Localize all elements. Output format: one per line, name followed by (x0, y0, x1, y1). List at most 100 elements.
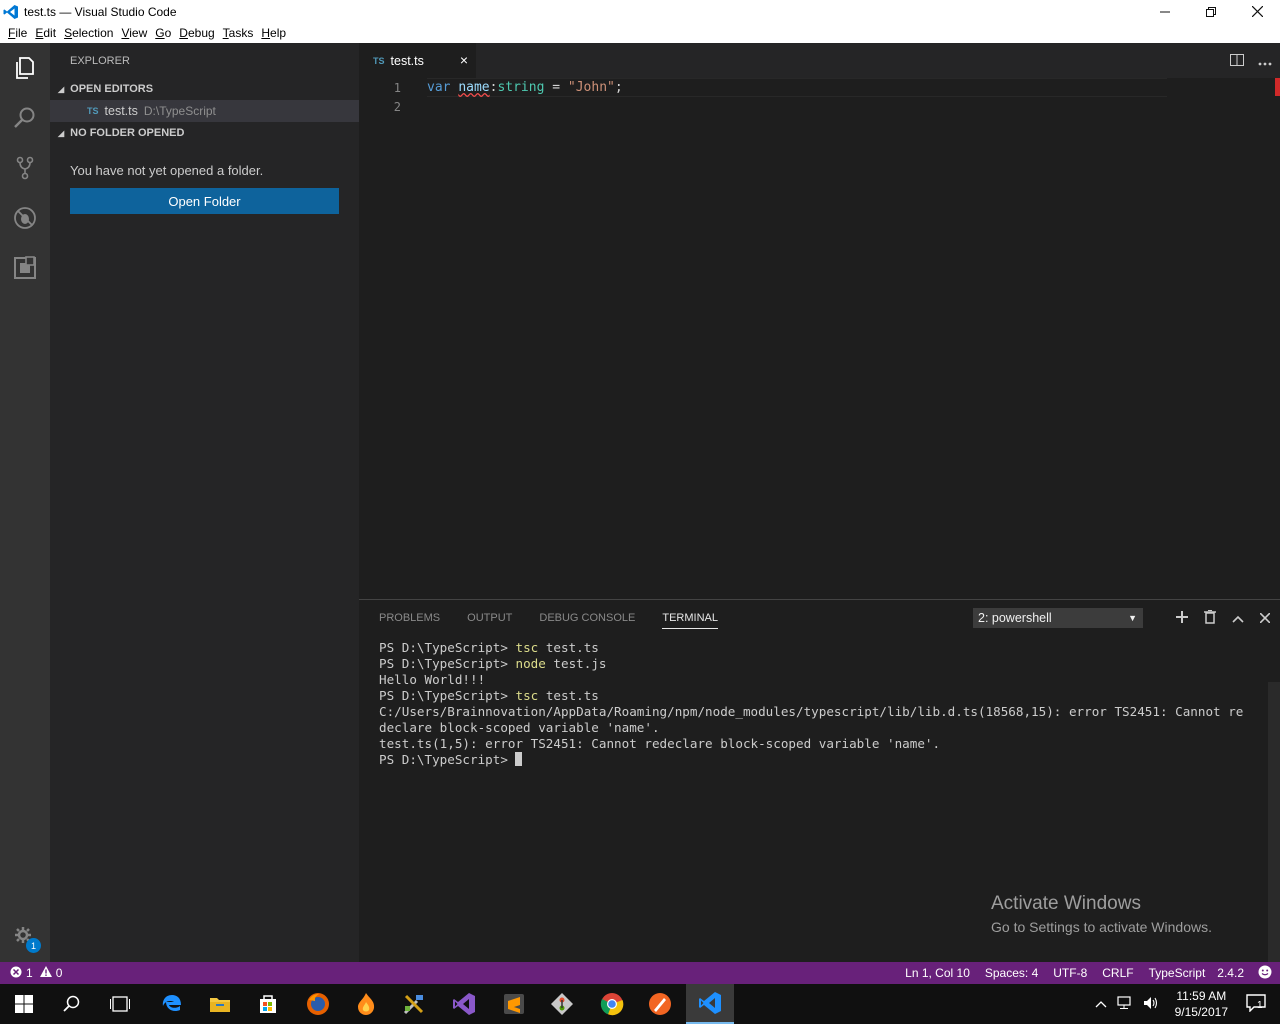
problems-status[interactable]: 1 0 (0, 966, 62, 981)
tab-label: test.ts (390, 53, 424, 68)
edge-browser-icon[interactable] (148, 984, 196, 1024)
tab-debug-console[interactable]: DEBUG CONSOLE (539, 612, 635, 629)
no-folder-section-header[interactable]: ◢ NO FOLDER OPENED (50, 122, 359, 144)
watermark-subtitle: Go to Settings to activate Windows. (991, 919, 1212, 935)
terminal-line: test.ts(1,5): error TS2451: Cannot redec… (379, 736, 941, 751)
restore-button[interactable] (1188, 0, 1234, 23)
menu-bar: File Edit Selection View Go Debug Tasks Help (0, 23, 1280, 43)
equals-token: = (544, 80, 568, 95)
open-editors-section-header[interactable]: ◢ OPEN EDITORS (50, 78, 359, 100)
explorer-icon[interactable] (0, 43, 50, 93)
chrome-icon[interactable] (588, 984, 636, 1024)
code-editor[interactable]: 1 var name:string = "John"; 2 (359, 78, 1280, 599)
terminal-line: C:/Users/Brainnovation/AppData/Roaming/n… (379, 704, 1244, 719)
drawing-app-icon[interactable] (636, 984, 684, 1024)
tab-output[interactable]: OUTPUT (467, 612, 512, 629)
title-bar: test.ts — Visual Studio Code (0, 0, 1280, 23)
open-folder-button[interactable]: Open Folder (70, 188, 339, 214)
close-window-button[interactable] (1234, 0, 1280, 23)
debug-icon[interactable] (0, 193, 50, 243)
terminal-line: Hello World!!! (379, 672, 486, 687)
sublime-text-icon[interactable] (490, 984, 538, 1024)
menu-selection[interactable]: Selection (60, 26, 117, 40)
menu-tasks[interactable]: Tasks (219, 26, 258, 40)
store-icon[interactable] (244, 984, 292, 1024)
language-mode[interactable]: TypeScript (1149, 966, 1206, 980)
search-icon[interactable] (0, 93, 50, 143)
explorer-title: EXPLORER (70, 54, 130, 67)
git-app-icon[interactable] (538, 984, 586, 1024)
menu-go[interactable]: Go (151, 26, 175, 40)
semicolon-token: ; (614, 80, 623, 95)
warning-count: 0 (55, 966, 63, 980)
show-hidden-icons-chevron-icon[interactable] (1095, 997, 1107, 1011)
type-token: string (497, 80, 545, 95)
close-tab-icon[interactable]: × (460, 52, 468, 68)
terminal-scrollbar[interactable] (1268, 682, 1280, 963)
keyword-token: var (427, 80, 451, 95)
terminal-output[interactable]: PS D:\TypeScript> tsc test.ts PS D:\TypeS… (379, 640, 1269, 768)
terminal-dropdown[interactable]: 2: powershell ▼ (973, 608, 1143, 628)
eol-status[interactable]: CRLF (1102, 966, 1133, 980)
tab-terminal[interactable]: TERMINAL (662, 612, 718, 629)
activity-bar: 1 (0, 43, 50, 962)
visual-studio-icon[interactable] (440, 984, 488, 1024)
network-icon[interactable] (1117, 995, 1135, 1013)
split-editor-icon[interactable] (1230, 53, 1244, 69)
line-number: 2 (393, 99, 401, 114)
status-bar: 1 0 Ln 1, Col 10 Spaces: 4 UTF-8 CRLF Ty… (0, 962, 1280, 984)
system-clock[interactable]: 11:59 AM 9/15/2017 (1175, 988, 1228, 1020)
open-editor-item[interactable]: TS test.ts D:\TypeScript (50, 100, 359, 122)
close-panel-icon[interactable] (1259, 610, 1271, 626)
open-editor-path: D:\TypeScript (143, 104, 216, 118)
error-scroll-marker (1275, 78, 1280, 96)
dropdown-arrow-icon: ▼ (1128, 613, 1137, 623)
code-line-2: 2 (359, 97, 1167, 116)
identifier-token-error: name (458, 80, 490, 95)
search-icon[interactable] (48, 984, 96, 1024)
typescript-version[interactable]: 2.4.2 (1217, 966, 1244, 980)
volume-icon[interactable] (1143, 996, 1159, 1013)
explorer-sidebar: EXPLORER ◢ OPEN EDITORS TS test.ts D:\Ty… (50, 43, 359, 962)
vscode-logo-icon (3, 4, 19, 20)
settings-gear-icon[interactable] (0, 912, 50, 962)
feedback-smiley-icon[interactable] (1258, 965, 1272, 982)
file-explorer-icon[interactable] (196, 984, 244, 1024)
menu-debug[interactable]: Debug (175, 26, 218, 40)
menu-file[interactable]: File (4, 26, 31, 40)
typescript-file-icon: TS (373, 55, 385, 66)
encoding-status[interactable]: UTF-8 (1053, 966, 1087, 980)
code-line-1: 1 var name:string = "John"; (359, 78, 1167, 97)
terminal-line: PS D:\TypeScript> node test.js (379, 656, 607, 671)
windows-start-icon[interactable] (0, 984, 48, 1024)
menu-view[interactable]: View (117, 26, 151, 40)
minimize-button[interactable] (1142, 0, 1188, 23)
new-terminal-icon[interactable] (1176, 610, 1188, 626)
warning-icon (39, 966, 52, 980)
kill-terminal-icon[interactable] (1204, 609, 1216, 627)
indentation-status[interactable]: Spaces: 4 (985, 966, 1038, 980)
more-actions-icon[interactable] (1258, 53, 1272, 69)
extensions-icon[interactable] (0, 243, 50, 293)
window-title: test.ts — Visual Studio Code (24, 4, 177, 19)
menu-help[interactable]: Help (257, 26, 290, 40)
task-view-icon[interactable] (96, 984, 144, 1024)
no-folder-label: NO FOLDER OPENED (70, 127, 185, 139)
maximize-panel-icon[interactable] (1232, 610, 1244, 626)
tab-test-ts[interactable]: TS test.ts × (359, 43, 476, 78)
menu-edit[interactable]: Edit (31, 26, 60, 40)
flame-app-icon[interactable] (342, 984, 390, 1024)
collapse-triangle-icon: ◢ (58, 128, 65, 138)
tools-app-icon[interactable] (390, 984, 438, 1024)
source-control-icon[interactable] (0, 143, 50, 193)
clock-time: 11:59 AM (1176, 989, 1227, 1003)
settings-badge: 1 (26, 938, 41, 953)
activate-windows-watermark: Activate Windows Go to Settings to activ… (991, 893, 1212, 935)
cursor-position[interactable]: Ln 1, Col 10 (905, 966, 970, 980)
action-center-icon[interactable]: 1 (1246, 993, 1266, 1015)
vscode-taskbar-icon[interactable] (686, 984, 734, 1024)
error-count: 1 (26, 966, 33, 980)
firefox-icon[interactable] (294, 984, 342, 1024)
tab-problems[interactable]: PROBLEMS (379, 612, 440, 629)
clock-date: 9/15/2017 (1174, 1005, 1228, 1019)
